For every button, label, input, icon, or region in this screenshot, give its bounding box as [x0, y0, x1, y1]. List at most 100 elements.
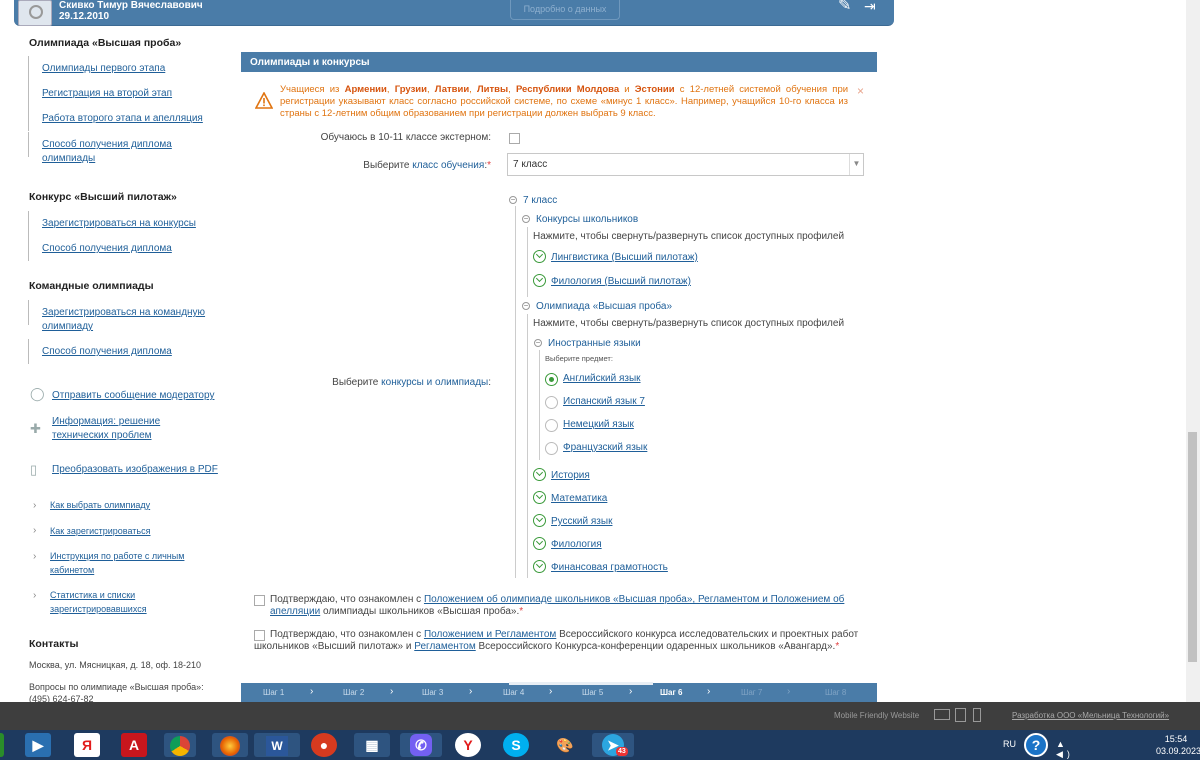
firefox-icon[interactable]	[212, 733, 248, 757]
confirm-contest-text: Подтверждаю, что ознакомлен с Положением…	[254, 629, 859, 652]
telegram-badge: 43	[616, 747, 628, 756]
skype-icon[interactable]: S	[503, 733, 529, 757]
sidebar-link-contest-register[interactable]: Зарегистрироваться на конкурсы	[28, 211, 222, 236]
contacts-address: Москва, ул. Мясницкая, д. 18, оф. 18-210	[29, 660, 202, 670]
sidebar-link-team-register[interactable]: Зарегистрироваться на командную олимпиад…	[28, 300, 217, 334]
start-button[interactable]	[0, 733, 4, 757]
check-circle-icon	[533, 514, 546, 527]
language-spanish[interactable]: Испанский язык 7	[563, 396, 645, 407]
language-indicator[interactable]: RU	[1003, 739, 1016, 749]
panel-title: Олимпиады и конкурсы	[241, 52, 877, 72]
file-viewer-icon[interactable]: ▦	[354, 733, 390, 757]
profile-philology[interactable]: Филология	[551, 539, 602, 550]
user-birthdate: 29.12.2010	[59, 11, 110, 22]
language-english[interactable]: Английский язык	[563, 373, 641, 384]
guide-link-statistics[interactable]: Статистика и списки зарегистрировавшихся	[50, 588, 170, 616]
details-button[interactable]: Подробно о данных	[510, 0, 620, 20]
mobile-friendly-label: Mobile Friendly Website	[834, 711, 920, 720]
step-4[interactable]: Шаг 4	[503, 688, 524, 697]
logout-icon[interactable]: ⇥	[864, 0, 882, 15]
extern-label: Обучаюсь в 10-11 классе экстерном:	[320, 132, 491, 143]
word-icon[interactable]: W	[254, 733, 300, 757]
profile-linguistics[interactable]: Лингвистика (Высший пилотаж)	[551, 252, 698, 263]
chrome-icon[interactable]	[164, 733, 196, 757]
sidebar-link-second-stage-registration[interactable]: Регистрация на второй этап	[28, 81, 222, 106]
tree-branch-languages[interactable]: − Иностранные языки	[534, 338, 641, 350]
developer-link[interactable]: Разработка ООО «Мельница Технологий»	[1012, 711, 1169, 720]
profile-philology-pilot[interactable]: Филология (Высший пилотаж)	[551, 276, 691, 287]
radio-german[interactable]	[545, 419, 558, 432]
pen-icon[interactable]: ✎	[838, 0, 858, 14]
contests-label: Выберите конкурсы и олимпиады:	[332, 377, 491, 388]
step-2[interactable]: Шаг 2	[343, 688, 364, 697]
tree-hint[interactable]: Нажмите, чтобы свернуть/развернуть списо…	[533, 318, 844, 329]
media-player-icon[interactable]: ▶	[25, 733, 51, 757]
radio-spanish[interactable]	[545, 396, 558, 409]
clock[interactable]: 15:54 03.09.2023	[1156, 733, 1200, 757]
guide-link-register[interactable]: Как зарегистрироваться	[50, 524, 210, 538]
sidebar-section-title: Командные олимпиады	[29, 280, 154, 292]
radio-french[interactable]	[545, 442, 558, 455]
windows-taskbar: ▶ Я A W ● ▦ ✆ Y S 🎨 ➤43 RU ? ▲ ◀) ıl 15:…	[0, 730, 1200, 760]
page-scrollbar[interactable]	[1186, 0, 1200, 702]
language-german[interactable]: Немецкий язык	[563, 419, 634, 430]
help-icon[interactable]: ?	[1024, 733, 1048, 757]
tree-branch-olympiad[interactable]: − Олимпиада «Высшая проба»	[522, 301, 672, 313]
class-label: Выберите класс обучения:*	[363, 160, 491, 171]
sidebar-link-second-stage-work[interactable]: Работа второго этапа и апелляция	[28, 106, 222, 131]
step-3[interactable]: Шаг 3	[422, 688, 443, 697]
step-progress	[509, 682, 653, 685]
convert-pdf-link[interactable]: Преобразовать изображения в PDF	[52, 463, 232, 477]
tree-hint[interactable]: Нажмите, чтобы свернуть/развернуть списо…	[533, 231, 844, 242]
message-moderator-link[interactable]: Отправить сообщение модератору	[52, 389, 232, 403]
confirm-olympiad-text: Подтверждаю, что ознакомлен с Положением…	[270, 594, 845, 617]
avatar[interactable]	[18, 0, 52, 26]
guide-link-cabinet[interactable]: Инструкция по работе с личным кабинетом	[50, 549, 205, 577]
tray-icons[interactable]: ▲ ◀) ıl	[1056, 739, 1074, 760]
check-circle-icon	[533, 250, 546, 263]
tree-line	[539, 350, 540, 460]
sidebar: Олимпиада «Высшая проба» Олимпиады перво…	[14, 26, 236, 702]
tech-problems-link[interactable]: Информация: решение технических проблем	[52, 415, 182, 443]
yandex-browser-icon[interactable]: Я	[74, 733, 100, 757]
contest-regulations-link[interactable]: Положением и Регламентом	[424, 629, 556, 640]
extern-checkbox[interactable]	[509, 133, 520, 144]
step-7: Шаг 7	[741, 688, 763, 697]
chevron-right-icon: ›	[310, 686, 314, 697]
paint-icon[interactable]: 🎨	[552, 733, 578, 757]
acrobat-icon[interactable]: A	[121, 733, 147, 757]
chevron-right-icon: ›	[549, 686, 553, 697]
sidebar-link-first-stage[interactable]: Олимпиады первого этапа	[28, 56, 222, 81]
tree-root[interactable]: −7 класс	[509, 195, 557, 207]
tree-branch-contests[interactable]: − Конкурсы школьников	[522, 214, 638, 226]
language-french[interactable]: Французский язык	[563, 442, 647, 453]
radio-english[interactable]	[545, 373, 558, 386]
telegram-icon[interactable]: ➤ 43	[592, 733, 634, 757]
profile-math[interactable]: Математика	[551, 493, 607, 504]
profile-russian[interactable]: Русский язык	[551, 516, 612, 527]
step-5[interactable]: Шаг 5	[582, 688, 603, 697]
close-warning-icon[interactable]: ×	[857, 84, 864, 98]
yandex-icon[interactable]: Y	[455, 733, 481, 757]
site-footer: Mobile Friendly Website Разработка ООО «…	[0, 702, 1200, 730]
sidebar-link-team-diploma[interactable]: Способ получения диплома	[28, 339, 222, 364]
sidebar-link-contest-diploma[interactable]: Способ получения диплома	[28, 236, 222, 261]
sidebar-section-title: Олимпиада «Высшая проба»	[29, 37, 182, 49]
chevron-right-icon: ›	[33, 500, 37, 511]
step-1[interactable]: Шаг 1	[263, 688, 284, 697]
step-6[interactable]: Шаг 6	[660, 688, 683, 697]
contacts-phone: (495) 624-67-82	[29, 694, 94, 702]
video-app-icon[interactable]: ●	[311, 733, 337, 757]
profile-finance[interactable]: Финансовая грамотность	[551, 562, 668, 573]
sidebar-link-diploma[interactable]: Способ получения диплома олимпиады	[28, 132, 192, 166]
class-select[interactable]: 7 класс ▼	[507, 153, 864, 176]
confirm-olympiad-checkbox[interactable]	[254, 595, 265, 606]
check-circle-icon	[533, 491, 546, 504]
scrollbar-thumb[interactable]	[1188, 432, 1197, 662]
avangard-regulations-link[interactable]: Регламентом	[414, 641, 475, 652]
pdf-icon: ▯	[30, 462, 38, 477]
viber-icon[interactable]: ✆	[400, 733, 442, 757]
profile-history[interactable]: История	[551, 470, 590, 481]
guide-link-choose[interactable]: Как выбрать олимпиаду	[50, 498, 210, 512]
user-header: Скивко Тимур Вячеславович 29.12.2010 Под…	[14, 0, 894, 26]
